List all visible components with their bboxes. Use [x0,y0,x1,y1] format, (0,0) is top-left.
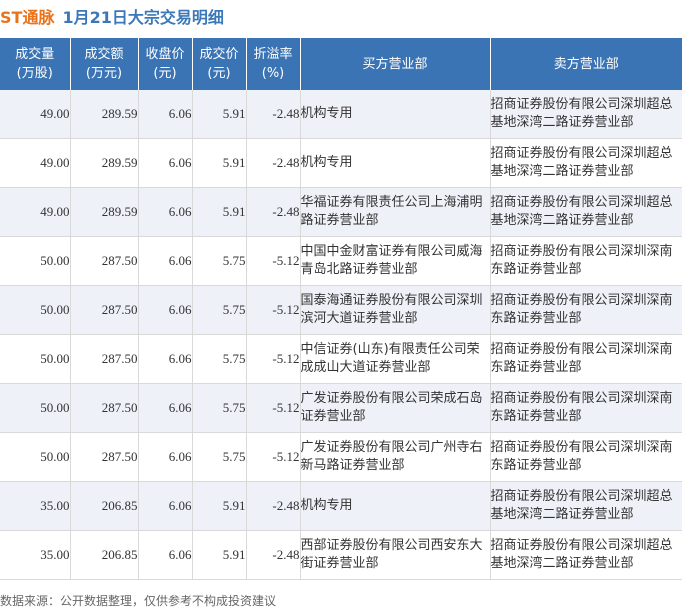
col-header-premium: 折溢率 (%) [246,38,301,90]
cell-volume: 50.00 [0,334,71,384]
cell-seller-branch: 招商证券股份有限公司深圳深南东路证券营业部 [490,432,682,482]
cell-amount: 289.59 [70,138,139,188]
col-header-buyer: 买方营业部 [300,38,491,90]
cell-buyer-branch: 机构专用 [300,90,491,139]
cell-trade-price: 5.75 [192,285,247,335]
stock-name: ST通脉 [0,8,55,27]
cell-amount: 206.85 [70,481,139,531]
cell-premium-rate: -5.12 [246,236,301,286]
table-header-row: 成交量 (万股) 成交额 (万元) 收盘价 (元) 成交价 (元) 折溢率 (%) 买方营… [0,38,682,90]
table-row: 49.00 289.59 6.06 5.91 -2.48 华福证券有限责任公司上海浦明路证… [0,187,682,237]
cell-seller-branch: 招商证券股份有限公司深圳深南东路证券营业部 [490,236,682,286]
cell-premium-rate: -2.48 [246,530,301,580]
cell-volume: 49.00 [0,187,71,237]
cell-volume: 35.00 [0,530,71,580]
cell-seller-branch: 招商证券股份有限公司深圳超总基地深湾二路证券营业部 [490,187,682,237]
cell-volume: 50.00 [0,285,71,335]
cell-close-price: 6.06 [138,481,193,531]
col-header-amount: 成交额 (万元) [70,38,139,90]
table-row: 49.00 289.59 6.06 5.91 -2.48 机构专用 招商证券股份有限公司深圳… [0,90,682,139]
cell-trade-price: 5.75 [192,334,247,384]
cell-premium-rate: -5.12 [246,432,301,482]
title-subtitle: 1月21日大宗交易明细 [62,8,224,27]
cell-close-price: 6.06 [138,432,193,482]
cell-premium-rate: -2.48 [246,90,301,139]
cell-seller-branch: 招商证券股份有限公司深圳超总基地深湾二路证券营业部 [490,530,682,580]
cell-seller-branch: 招商证券股份有限公司深圳超总基地深湾二路证券营业部 [490,481,682,531]
cell-volume: 49.00 [0,90,71,139]
table-row: 35.00 206.85 6.06 5.91 -2.48 西部证券股份有限公司西安东大街证… [0,530,682,580]
cell-volume: 35.00 [0,481,71,531]
cell-amount: 287.50 [70,285,139,335]
table-row: 50.00 287.50 6.06 5.75 -5.12 广发证券股份有限公司广州寺右新马… [0,432,682,482]
cell-buyer-branch: 机构专用 [300,481,491,531]
cell-buyer-branch: 中国中金财富证券有限公司威海青岛北路证券营业部 [300,236,491,286]
cell-trade-price: 5.75 [192,383,247,433]
cell-amount: 287.50 [70,236,139,286]
table-row: 35.00 206.85 6.06 5.91 -2.48 机构专用 招商证券股份有限公司深圳… [0,481,682,531]
cell-close-price: 6.06 [138,90,193,139]
cell-trade-price: 5.75 [192,236,247,286]
cell-buyer-branch: 国泰海通证券股份有限公司深圳滨河大道证券营业部 [300,285,491,335]
cell-close-price: 6.06 [138,334,193,384]
cell-close-price: 6.06 [138,285,193,335]
footer-note: 数据来源：公开数据整理，仅供参考不构成投资建议 [0,594,277,608]
cell-premium-rate: -2.48 [246,187,301,237]
cell-premium-rate: -5.12 [246,285,301,335]
cell-trade-price: 5.91 [192,187,247,237]
cell-amount: 287.50 [70,383,139,433]
cell-volume: 50.00 [0,236,71,286]
table-row: 50.00 287.50 6.06 5.75 -5.12 中信证券(山东)有限责任公司荣成… [0,334,682,384]
cell-volume: 50.00 [0,432,71,482]
cell-volume: 49.00 [0,138,71,188]
col-header-seller: 卖方营业部 [490,38,682,90]
cell-amount: 289.59 [70,90,139,139]
cell-premium-rate: -2.48 [246,138,301,188]
cell-trade-price: 5.91 [192,481,247,531]
cell-close-price: 6.06 [138,187,193,237]
cell-close-price: 6.06 [138,138,193,188]
cell-premium-rate: -5.12 [246,383,301,433]
cell-amount: 287.50 [70,432,139,482]
cell-buyer-branch: 广发证券股份有限公司广州寺右新马路证券营业部 [300,432,491,482]
cell-buyer-branch: 西部证券股份有限公司西安东大街证券营业部 [300,530,491,580]
cell-close-price: 6.06 [138,236,193,286]
cell-amount: 289.59 [70,187,139,237]
cell-volume: 50.00 [0,383,71,433]
page-title: ST通脉 1月21日大宗交易明细 [0,4,224,32]
cell-seller-branch: 招商证券股份有限公司深圳超总基地深湾二路证券营业部 [490,138,682,188]
cell-premium-rate: -5.12 [246,334,301,384]
col-header-close: 收盘价 (元) [138,38,193,90]
cell-trade-price: 5.91 [192,530,247,580]
cell-seller-branch: 招商证券股份有限公司深圳超总基地深湾二路证券营业部 [490,90,682,139]
block-trade-table: 成交量 (万股) 成交额 (万元) 收盘价 (元) 成交价 (元) 折溢率 (%) 买方营… [0,38,682,580]
cell-premium-rate: -2.48 [246,481,301,531]
cell-buyer-branch: 机构专用 [300,138,491,188]
cell-trade-price: 5.91 [192,138,247,188]
cell-buyer-branch: 华福证券有限责任公司上海浦明路证券营业部 [300,187,491,237]
cell-close-price: 6.06 [138,383,193,433]
cell-seller-branch: 招商证券股份有限公司深圳深南东路证券营业部 [490,383,682,433]
cell-trade-price: 5.75 [192,432,247,482]
cell-close-price: 6.06 [138,530,193,580]
col-header-price: 成交价 (元) [192,38,247,90]
cell-buyer-branch: 广发证券股份有限公司荣成石岛证券营业部 [300,383,491,433]
cell-trade-price: 5.91 [192,90,247,139]
cell-seller-branch: 招商证券股份有限公司深圳深南东路证券营业部 [490,285,682,335]
table-row: 50.00 287.50 6.06 5.75 -5.12 广发证券股份有限公司荣成石岛证券… [0,383,682,433]
cell-amount: 206.85 [70,530,139,580]
cell-seller-branch: 招商证券股份有限公司深圳深南东路证券营业部 [490,334,682,384]
table-row: 50.00 287.50 6.06 5.75 -5.12 中国中金财富证券有限公司威海青岛… [0,236,682,286]
table-row: 49.00 289.59 6.06 5.91 -2.48 机构专用 招商证券股份有限公司深圳… [0,138,682,188]
table-row: 50.00 287.50 6.06 5.75 -5.12 国泰海通证券股份有限公司深圳滨河… [0,285,682,335]
cell-amount: 287.50 [70,334,139,384]
cell-buyer-branch: 中信证券(山东)有限责任公司荣成成山大道证券营业部 [300,334,491,384]
col-header-volume: 成交量 (万股) [0,38,71,90]
